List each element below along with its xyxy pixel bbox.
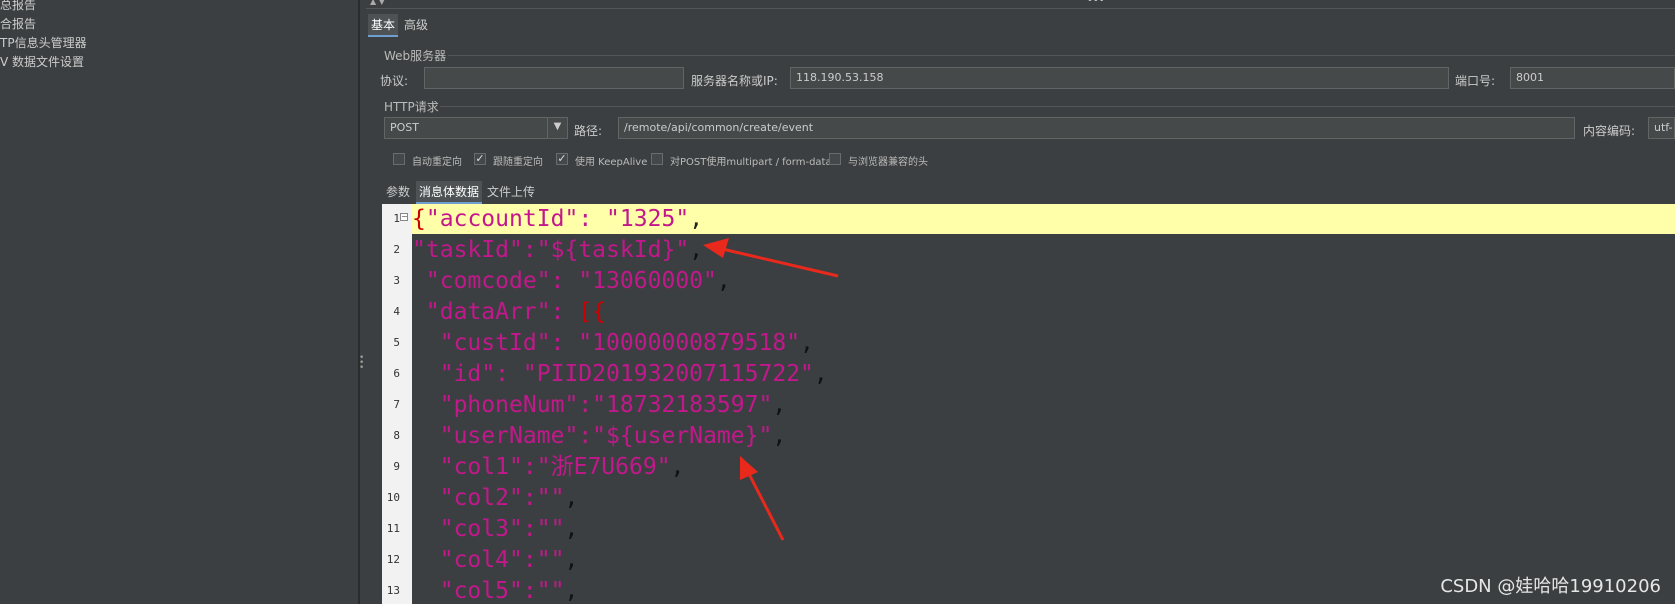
arrow-icon [740,456,785,541]
annotation-arrows [703,238,839,541]
arrow-icon [703,238,839,278]
watermark: CSDN @娃哈哈19910206 [1440,576,1661,597]
